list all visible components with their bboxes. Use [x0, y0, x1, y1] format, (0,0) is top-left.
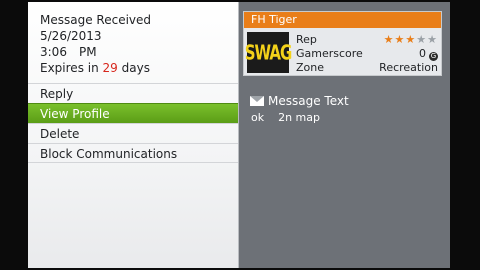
gamerscore-value: 0: [419, 47, 426, 60]
message-date: 5/26/2013: [40, 29, 102, 43]
action-menu: Reply View Profile Delete Block Communic…: [28, 83, 238, 163]
message-text-heading-label: Message Text: [268, 94, 349, 108]
zone-value: Recreation: [379, 61, 438, 74]
message-text-heading: Message Text: [250, 94, 349, 108]
menu-item-reply[interactable]: Reply: [28, 83, 238, 103]
expires-suffix: days: [121, 61, 150, 75]
menu-item-block-communications[interactable]: Block Communications: [28, 143, 238, 163]
rep-stars-icon: ★★★★★: [384, 33, 438, 47]
menu-item-view-profile[interactable]: View Profile: [28, 103, 238, 123]
message-time: 3:06 PM: [40, 44, 151, 60]
star-filled-icon: ★: [405, 33, 417, 46]
expires-prefix: Expires in: [40, 61, 99, 75]
star-empty-icon: ★: [427, 33, 438, 46]
message-info: Message Received 5/26/2013 3:06 PM Expire…: [40, 12, 151, 76]
zone-label: Zone: [296, 61, 325, 74]
message-expiry: Expires in 29 days: [40, 60, 151, 76]
gamerscore-value-wrap: 0G: [419, 47, 438, 61]
rep-row: Rep ★★★★★: [296, 33, 438, 47]
gamerscore-icon: G: [429, 52, 438, 61]
gamertag: FH Tiger: [244, 12, 441, 28]
message-time-value: 3:06: [40, 45, 67, 59]
message-status: Message Received: [40, 13, 152, 27]
gamerpic-text: SWAG: [244, 40, 293, 65]
message-text-body: ok 2n map: [251, 111, 320, 124]
zone-row: Zone Recreation: [296, 61, 438, 75]
gamerpic: SWAG: [244, 32, 293, 73]
message-window: Message Received 5/26/2013 3:06 PM Expire…: [28, 2, 450, 268]
menu-item-delete[interactable]: Delete: [28, 123, 238, 143]
message-panel: Message Received 5/26/2013 3:06 PM Expire…: [28, 2, 239, 268]
message-time-ampm: PM: [78, 45, 97, 59]
rep-label: Rep: [296, 33, 317, 46]
envelope-icon: [250, 96, 264, 106]
profile-stats: Rep ★★★★★ Gamerscore 0G Zone Recreation: [296, 33, 438, 75]
gamerscore-label: Gamerscore: [296, 47, 363, 60]
star-empty-icon: ★: [416, 33, 428, 46]
gamerscore-row: Gamerscore 0G: [296, 47, 438, 61]
star-filled-icon: ★: [383, 33, 395, 46]
expires-days: 29: [102, 61, 118, 75]
profile-card[interactable]: FH Tiger SWAG Rep ★★★★★ Gamerscore 0G Zo…: [243, 11, 442, 76]
star-filled-icon: ★: [394, 33, 406, 46]
